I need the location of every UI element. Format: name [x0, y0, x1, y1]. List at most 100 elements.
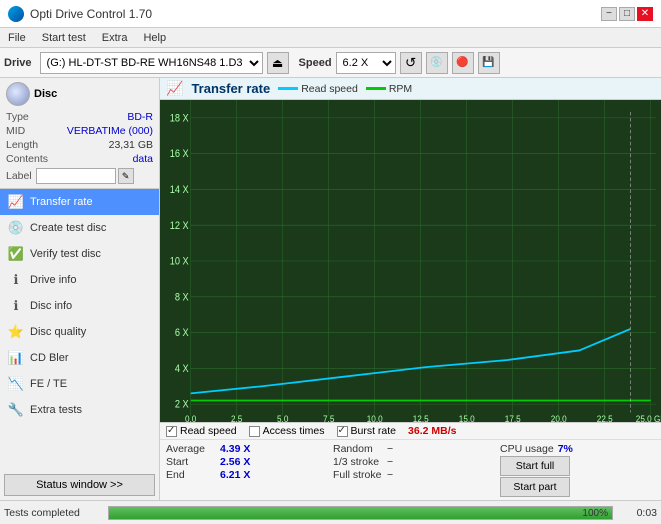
svg-text:12 X: 12 X — [170, 220, 189, 232]
svg-text:18 X: 18 X — [170, 113, 189, 125]
menubar: File Start test Extra Help — [0, 28, 661, 48]
end-value: 6.21 X — [220, 469, 250, 481]
start-part-button[interactable]: Start part — [500, 477, 570, 497]
drive-select[interactable]: (G:) HL-DT-ST BD-RE WH16NS48 1.D3 — [40, 52, 263, 74]
save-button[interactable]: 💾 — [478, 52, 500, 74]
svg-text:0.0: 0.0 — [185, 413, 196, 422]
nav-item-disc-quality[interactable]: ⭐ Disc quality — [0, 319, 159, 345]
stroke-1-3-label: 1/3 stroke — [333, 456, 383, 468]
svg-text:6 X: 6 X — [175, 328, 189, 340]
svg-text:20.0: 20.0 — [551, 413, 567, 422]
svg-text:2.5: 2.5 — [231, 413, 242, 422]
titlebar-left: Opti Drive Control 1.70 — [8, 6, 152, 22]
access-times-checkbox[interactable] — [249, 426, 260, 437]
burst-rate-checkbox[interactable] — [337, 426, 348, 437]
close-button[interactable]: ✕ — [637, 7, 653, 21]
legend-rpm: RPM — [366, 83, 412, 95]
nav-label-disc-quality: Disc quality — [30, 326, 86, 338]
nav-item-verify-test-disc[interactable]: ✅ Verify test disc — [0, 241, 159, 267]
statusbar: Tests completed 100% 0:03 — [0, 500, 661, 524]
average-row: Average 4.39 X — [166, 443, 321, 455]
nav-item-cd-bler[interactable]: 📊 CD Bler — [0, 345, 159, 371]
start-full-button[interactable]: Start full — [500, 456, 570, 476]
nav-menu: 📈 Transfer rate 💿 Create test disc ✅ Ver… — [0, 189, 159, 470]
disc-mid-label: MID — [6, 125, 25, 137]
nav-label-fe-te: FE / TE — [30, 378, 67, 390]
read-speed-checkbox[interactable] — [166, 426, 177, 437]
disc-mid-row: MID VERBATIMe (000) — [6, 124, 153, 138]
menu-start-test[interactable]: Start test — [38, 31, 90, 45]
disc-length-row: Length 23,31 GB — [6, 138, 153, 152]
disc-info-icon: ℹ — [8, 298, 24, 314]
app-logo — [8, 6, 24, 22]
nav-label-transfer-rate: Transfer rate — [30, 196, 93, 208]
time-text: 0:03 — [617, 507, 657, 519]
svg-text:8 X: 8 X — [175, 292, 189, 304]
stats-col-1: Average 4.39 X Start 2.56 X End 6.21 X — [160, 440, 327, 500]
nav-label-extra-tests: Extra tests — [30, 404, 82, 416]
stats-col-3: CPU usage 7% Start full Start part — [494, 440, 661, 500]
disc-label-input[interactable] — [36, 168, 116, 184]
chart-bottom: Read speed Access times Burst rate 36.2 … — [160, 422, 661, 500]
svg-text:22.5: 22.5 — [597, 413, 613, 422]
svg-text:14 X: 14 X — [170, 184, 189, 196]
app-title: Opti Drive Control 1.70 — [30, 7, 152, 21]
nav-item-fe-te[interactable]: 📉 FE / TE — [0, 371, 159, 397]
refresh-button[interactable]: ↺ — [400, 52, 422, 74]
disc-label-text: Label — [6, 170, 32, 182]
random-row: Random − — [333, 443, 488, 455]
average-value: 4.39 X — [220, 443, 250, 455]
stroke-1-3-row: 1/3 stroke − — [333, 456, 488, 468]
disc-quality-icon: ⭐ — [8, 324, 24, 340]
menu-file[interactable]: File — [4, 31, 30, 45]
disc-contents-label: Contents — [6, 153, 48, 165]
burst-rate-value: 36.2 MB/s — [408, 425, 456, 437]
drive-label: Drive — [4, 57, 32, 69]
disc-type-value: BD-R — [127, 111, 153, 123]
disc-contents-row: Contents data — [6, 152, 153, 166]
disc-panel: Disc Type BD-R MID VERBATIMe (000) Lengt… — [0, 78, 159, 189]
read-speed-check-label[interactable]: Read speed — [166, 425, 237, 437]
svg-text:12.5: 12.5 — [413, 413, 429, 422]
legend-rpm-box — [366, 87, 386, 90]
progress-text: 100% — [582, 507, 608, 521]
status-window-button[interactable]: Status window >> — [4, 474, 155, 496]
disc-label-row: Label ✎ — [6, 168, 153, 184]
svg-text:17.5: 17.5 — [505, 413, 521, 422]
nav-item-drive-info[interactable]: ℹ Drive info — [0, 267, 159, 293]
menu-extra[interactable]: Extra — [98, 31, 132, 45]
write-button[interactable]: 💿 — [426, 52, 448, 74]
nav-item-create-test-disc[interactable]: 💿 Create test disc — [0, 215, 159, 241]
disc-length-value: 23,31 GB — [109, 139, 153, 151]
disc-label-edit-button[interactable]: ✎ — [118, 168, 134, 184]
erase-button[interactable]: 🔴 — [452, 52, 474, 74]
burst-rate-check-label[interactable]: Burst rate — [337, 425, 397, 437]
progress-bar-fill — [109, 507, 612, 519]
svg-text:7.5: 7.5 — [323, 413, 334, 422]
average-label: Average — [166, 443, 216, 455]
disc-mid-value: VERBATIMe (000) — [67, 125, 153, 137]
maximize-button[interactable]: □ — [619, 7, 635, 21]
speed-select[interactable]: 6.2 X MAX 4.0 X 2.0 X — [336, 52, 396, 74]
access-times-check-text: Access times — [263, 425, 325, 437]
start-value: 2.56 X — [220, 456, 250, 468]
nav-item-transfer-rate[interactable]: 📈 Transfer rate — [0, 189, 159, 215]
disc-panel-title: Disc — [34, 88, 57, 100]
stats-col-2: Random − 1/3 stroke − Full stroke − — [327, 440, 494, 500]
legend-rpm-label: RPM — [389, 83, 412, 95]
eject-button[interactable]: ⏏ — [267, 52, 289, 74]
cpu-row: CPU usage 7% — [500, 443, 655, 455]
full-stroke-value: − — [387, 469, 393, 481]
nav-item-extra-tests[interactable]: 🔧 Extra tests — [0, 397, 159, 423]
svg-text:5.0: 5.0 — [277, 413, 288, 422]
nav-item-disc-info[interactable]: ℹ Disc info — [0, 293, 159, 319]
transfer-rate-icon: 📈 — [8, 194, 24, 210]
access-times-check-label[interactable]: Access times — [249, 425, 325, 437]
stroke-1-3-value: − — [387, 456, 393, 468]
disc-length-label: Length — [6, 139, 38, 151]
menu-help[interactable]: Help — [139, 31, 170, 45]
speed-label: Speed — [299, 57, 332, 69]
sidebar: Disc Type BD-R MID VERBATIMe (000) Lengt… — [0, 78, 160, 500]
legend-read-speed: Read speed — [278, 83, 358, 95]
minimize-button[interactable]: − — [601, 7, 617, 21]
